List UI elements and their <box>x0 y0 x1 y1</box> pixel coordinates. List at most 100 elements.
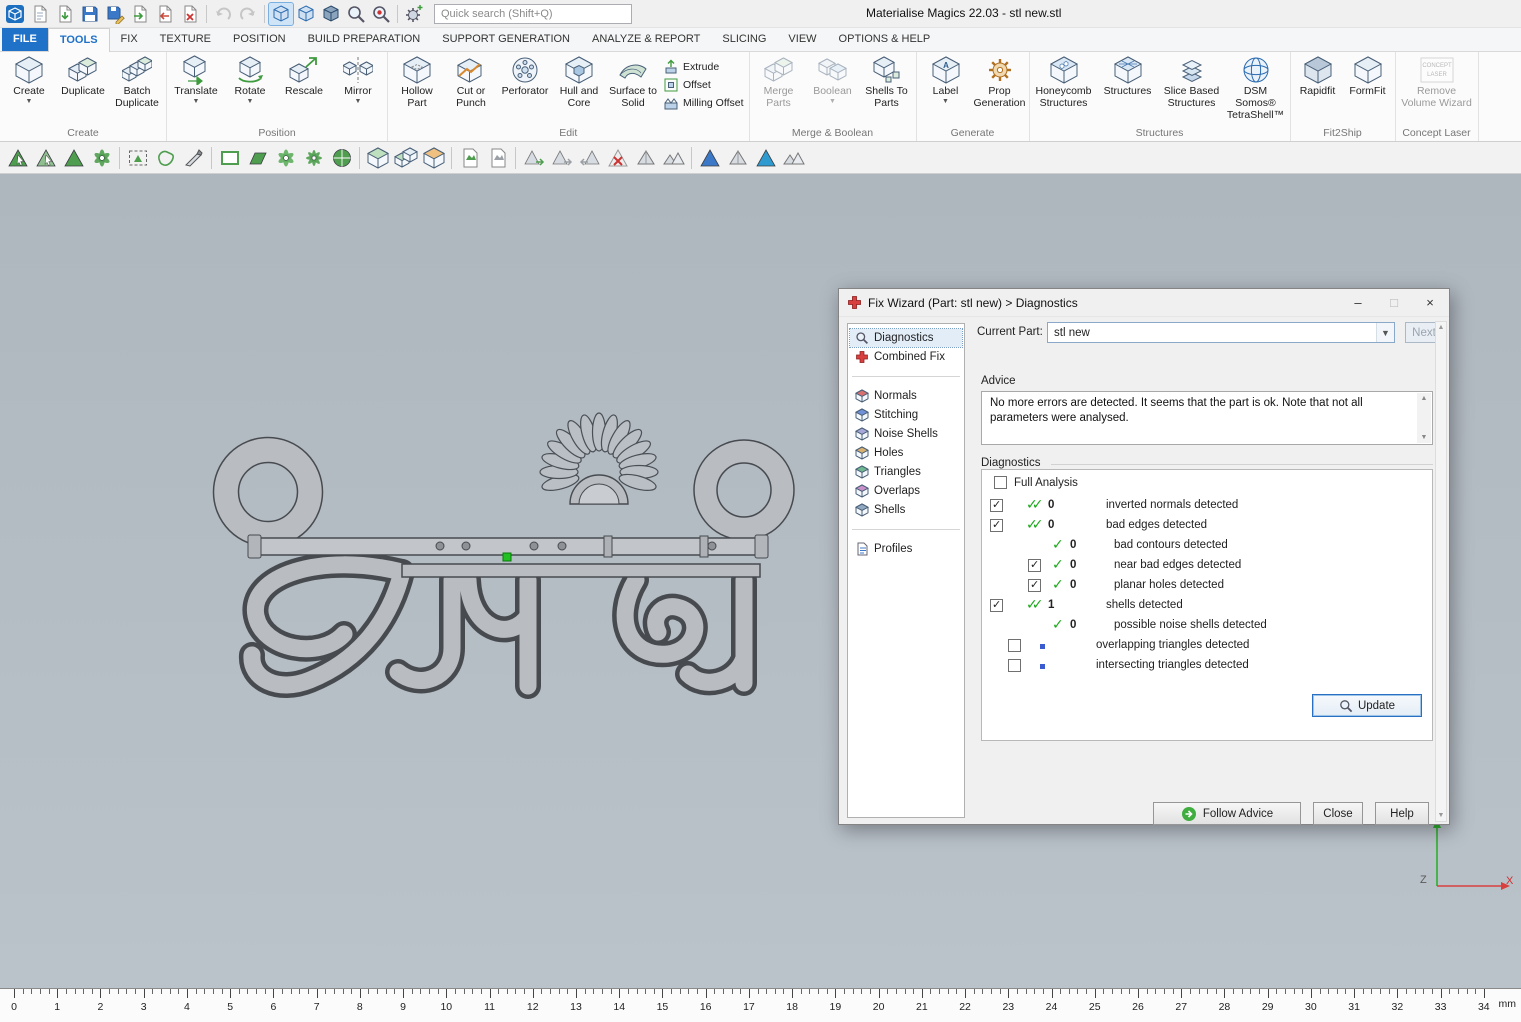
customize-toolbar-icon[interactable] <box>402 3 426 25</box>
shrink-marking-icon[interactable] <box>576 144 603 171</box>
invert-marking-icon[interactable] <box>420 144 447 171</box>
cut-selection-icon[interactable] <box>180 144 207 171</box>
ribbon-button-prop-generation[interactable]: Prop Generation <box>973 53 1027 112</box>
wizard-page-combined-fix[interactable]: Combined Fix <box>850 348 962 366</box>
save-project-icon[interactable] <box>78 3 102 25</box>
zoom-selection-icon[interactable] <box>369 3 393 25</box>
ribbon-button-rescale[interactable]: Rescale <box>277 53 331 100</box>
follow-advice-button[interactable]: Follow Advice <box>1153 802 1301 825</box>
tab-build-preparation[interactable]: BUILD PREPARATION <box>297 28 432 51</box>
scroll-up-icon[interactable]: ▲ <box>1421 395 1428 402</box>
ribbon-button-slice-based-structures[interactable]: Slice Based Structures <box>1160 53 1224 112</box>
ribbon-button-hull-and-core[interactable]: Hull and Core <box>552 53 606 112</box>
view-wireframe-icon[interactable] <box>319 3 343 25</box>
diagnostic-checkbox[interactable] <box>990 519 1003 532</box>
ribbon-button-honeycomb-structures[interactable]: Honeycomb Structures <box>1032 53 1096 112</box>
ribbon-button-shells-to-parts[interactable]: Shells To Parts <box>860 53 914 112</box>
tab-options-help[interactable]: OPTIONS & HELP <box>828 28 942 51</box>
rectangle-selection-icon[interactable] <box>124 144 151 171</box>
ribbon-button-offset[interactable]: Offset <box>663 77 744 93</box>
dialog-maximize-button[interactable]: □ <box>1379 292 1409 314</box>
mark-overhang-up-icon[interactable] <box>632 144 659 171</box>
advice-scrollbar[interactable]: ▲▼ <box>1417 393 1431 443</box>
ribbon-button-structures[interactable]: Structures <box>1096 53 1160 100</box>
ribbon-button-formfit[interactable]: FormFit <box>1343 53 1393 100</box>
mark-triangle-icon[interactable] <box>4 144 31 171</box>
view-home-icon[interactable] <box>269 3 293 25</box>
export-part-icon[interactable] <box>153 3 177 25</box>
scroll-down-icon[interactable]: ▼ <box>1438 812 1445 819</box>
tab-fix[interactable]: FIX <box>110 28 149 51</box>
dialog-titlebar[interactable]: Fix Wizard (Part: stl new) > Diagnostics… <box>839 289 1449 317</box>
ribbon-button-label[interactable]: ALabel▼ <box>919 53 973 107</box>
quick-search-input[interactable] <box>434 4 632 24</box>
import-part-icon[interactable] <box>128 3 152 25</box>
mark-all-shells-icon[interactable] <box>392 144 419 171</box>
zoom-icon[interactable] <box>344 3 368 25</box>
tab-position[interactable]: POSITION <box>222 28 297 51</box>
unmark-triangle-icon[interactable] <box>32 144 59 171</box>
tab-tools[interactable]: TOOLS <box>48 28 110 52</box>
ribbon-button-batch-duplicate[interactable]: Batch Duplicate <box>110 53 164 112</box>
unmark-sheet-icon[interactable] <box>484 144 511 171</box>
dialog-minimize-button[interactable]: – <box>1343 292 1373 314</box>
transfer-marking-icon[interactable] <box>780 144 807 171</box>
expand-marking-icon[interactable] <box>548 144 575 171</box>
wizard-page-noise-shells[interactable]: Noise Shells <box>850 425 962 443</box>
diagnostic-checkbox[interactable] <box>1028 579 1041 592</box>
tab-view[interactable]: VIEW <box>777 28 827 51</box>
diagnostic-checkbox[interactable] <box>990 499 1003 512</box>
mark-overhang-down-icon[interactable] <box>660 144 687 171</box>
scroll-down-icon[interactable]: ▼ <box>1421 434 1428 441</box>
tab-support-generation[interactable]: SUPPORT GENERATION <box>431 28 581 51</box>
mark-triangles-brush-icon[interactable] <box>60 144 87 171</box>
viewport-3d[interactable]: Z X Fix Wizard (Part: stl new) > Diagnos… <box>0 174 1521 988</box>
mark-errors-icon[interactable] <box>604 144 631 171</box>
close-part-icon[interactable] <box>178 3 202 25</box>
mark-shell-region-icon[interactable] <box>328 144 355 171</box>
ribbon-button-mirror[interactable]: Mirror▼ <box>331 53 385 107</box>
mark-window-icon[interactable] <box>216 144 243 171</box>
mark-shell-icon[interactable] <box>364 144 391 171</box>
mark-plane-icon[interactable] <box>244 144 271 171</box>
update-button[interactable]: Update <box>1312 694 1422 717</box>
mark-plane-vertical-icon[interactable] <box>696 144 723 171</box>
wizard-page-profiles[interactable]: Profiles <box>850 540 962 558</box>
ribbon-button-hollow-part[interactable]: Hollow Part <box>390 53 444 112</box>
dialog-close-button[interactable]: × <box>1415 292 1445 314</box>
diagnostic-checkbox[interactable] <box>1008 639 1021 652</box>
ribbon-button-rapidfit[interactable]: Rapidfit <box>1293 53 1343 100</box>
mark-region-fill-icon[interactable] <box>752 144 779 171</box>
mark-sheet-icon[interactable] <box>456 144 483 171</box>
app-logo-icon[interactable] <box>3 3 27 25</box>
dialog-scrollbar[interactable]: ▲▼ <box>1435 321 1447 822</box>
ribbon-button-duplicate[interactable]: Duplicate <box>56 53 110 100</box>
tab-slicing[interactable]: SLICING <box>711 28 777 51</box>
close-button[interactable]: Close <box>1313 802 1363 825</box>
ribbon-button-perforator[interactable]: Perforator <box>498 53 552 100</box>
ribbon-button-rotate[interactable]: Rotate▼ <box>223 53 277 107</box>
ribbon-button-surface-to-solid[interactable]: Surface to Solid <box>606 53 660 112</box>
smooth-marking-icon[interactable] <box>724 144 751 171</box>
ribbon-button-dsm-somos-tetrashell[interactable]: DSM Somos® TetraShell™ <box>1224 53 1288 123</box>
mark-connected-icon[interactable] <box>300 144 327 171</box>
wizard-page-overlaps[interactable]: Overlaps <box>850 482 962 500</box>
wizard-page-shells[interactable]: Shells <box>850 501 962 519</box>
wizard-page-normals[interactable]: Normals <box>850 387 962 405</box>
wizard-page-stitching[interactable]: Stitching <box>850 406 962 424</box>
diagnostic-checkbox[interactable] <box>1008 659 1021 672</box>
unmark-all-icon[interactable] <box>520 144 547 171</box>
ribbon-button-cut-or-punch[interactable]: Cut or Punch <box>444 53 498 112</box>
view-shaded-icon[interactable] <box>294 3 318 25</box>
save-project-as-icon[interactable] <box>103 3 127 25</box>
diagnostic-checkbox[interactable] <box>990 599 1003 612</box>
ribbon-button-extrude[interactable]: Extrude <box>663 59 744 75</box>
full-analysis-checkbox[interactable] <box>994 476 1007 489</box>
diagnostic-checkbox[interactable] <box>1028 559 1041 572</box>
mark-sphere-icon[interactable] <box>88 144 115 171</box>
freeform-selection-icon[interactable] <box>152 144 179 171</box>
new-project-icon[interactable] <box>28 3 52 25</box>
wizard-page-diagnostics[interactable]: Diagnostics <box>850 329 962 347</box>
current-part-select[interactable]: stl new ▼ <box>1047 322 1395 343</box>
scroll-up-icon[interactable]: ▲ <box>1438 324 1445 331</box>
